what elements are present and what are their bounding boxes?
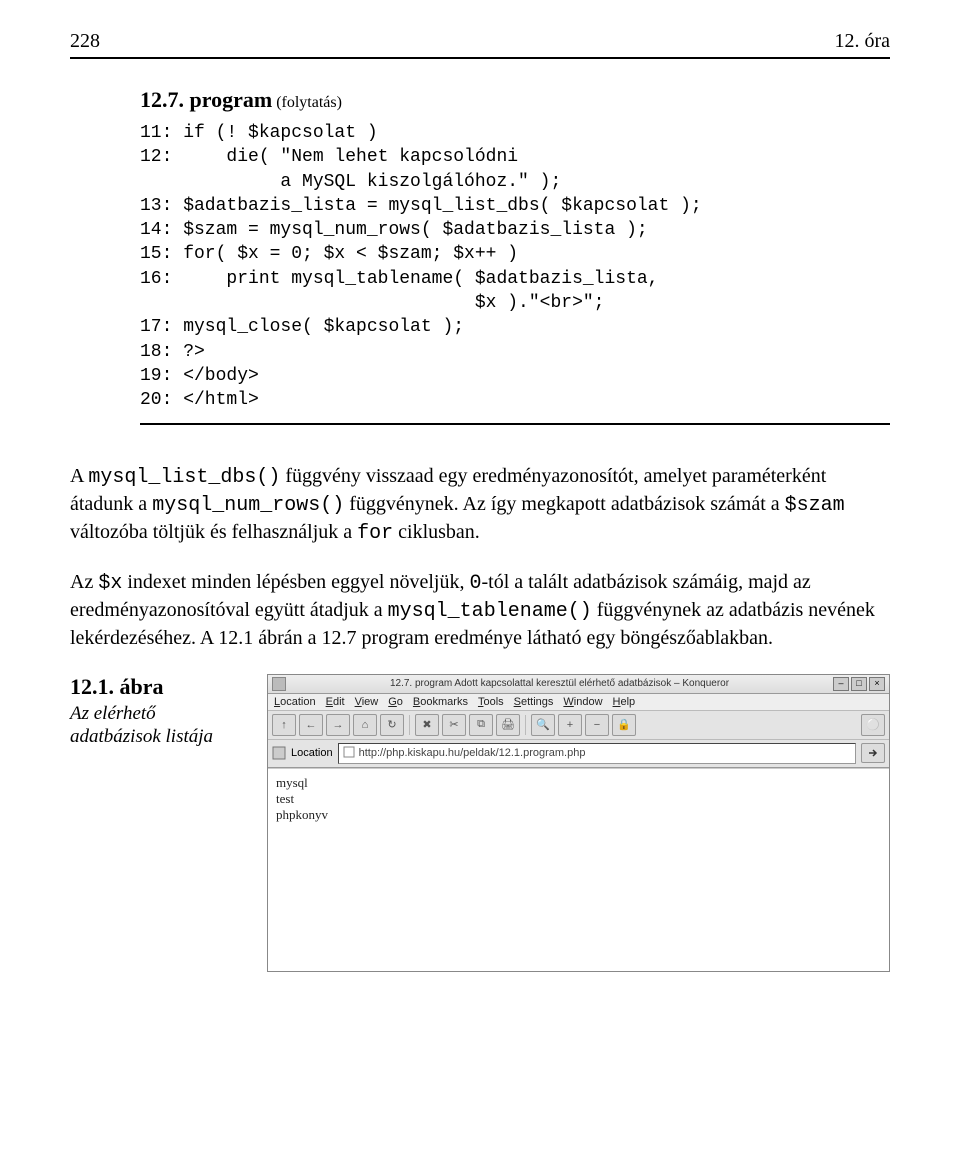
toolbar-separator xyxy=(409,715,410,735)
throbber-icon: ⚪ xyxy=(861,714,885,736)
back-icon[interactable]: ← xyxy=(299,714,323,736)
inline-code: 0 xyxy=(469,572,481,595)
toolbar: ↑ ← → ⌂ ↻ ✖ ✂ ⧉ 🖨 🔍 + − 🔒 ⚪ xyxy=(268,711,889,740)
url-text: http://php.kiskapu.hu/peldak/12.1.progra… xyxy=(359,747,586,759)
inline-code: mysql_num_rows() xyxy=(152,494,344,517)
code-line: 14: $szam = mysql_num_rows( $adatbazis_l… xyxy=(140,220,648,240)
copy-icon[interactable]: ⧉ xyxy=(469,714,493,736)
code-line: 13: $adatbazis_lista = mysql_list_dbs( $… xyxy=(140,196,702,216)
figure-label-block: 12.1. ábra Az elérhető adatbázisok listá… xyxy=(70,674,245,750)
output-line: test xyxy=(276,791,881,807)
maximize-button[interactable]: □ xyxy=(851,677,867,691)
code-line: 16: print mysql_tablename( $adatbazis_li… xyxy=(140,269,658,289)
paragraph-2: Az $x indexet minden lépésben eggyel növ… xyxy=(70,569,890,652)
titlebar: 12.7. program Adott kapcsolattal kereszt… xyxy=(268,675,889,694)
up-icon[interactable]: ↑ xyxy=(272,714,296,736)
paragraph-1: A mysql_list_dbs() függvény visszaad egy… xyxy=(70,463,890,547)
url-field[interactable]: http://php.kiskapu.hu/peldak/12.1.progra… xyxy=(338,743,856,764)
go-button[interactable] xyxy=(861,743,885,763)
find-icon[interactable]: 🔍 xyxy=(531,714,555,736)
code-listing: 11: if (! $kapcsolat ) 12: die( "Nem leh… xyxy=(140,121,890,425)
inline-code: mysql_list_dbs() xyxy=(88,466,280,489)
code-line: 17: mysql_close( $kapcsolat ); xyxy=(140,317,464,337)
toolbar-separator xyxy=(525,715,526,735)
security-icon[interactable]: 🔒 xyxy=(612,714,636,736)
program-number: 12.7. program xyxy=(140,87,272,112)
reload-icon[interactable]: ↻ xyxy=(380,714,404,736)
inline-code: $szam xyxy=(785,494,845,517)
browser-window: 12.7. program Adott kapcsolattal kereszt… xyxy=(267,674,890,972)
window-title: 12.7. program Adott kapcsolattal kereszt… xyxy=(291,678,828,689)
menu-go[interactable]: Go xyxy=(388,696,403,708)
program-heading: 12.7. program (folytatás) xyxy=(140,87,890,113)
program-continuation: (folytatás) xyxy=(276,94,342,111)
minimize-button[interactable]: – xyxy=(833,677,849,691)
page-icon xyxy=(343,746,355,761)
page-number: 228 xyxy=(70,30,100,53)
figure-caption: Az elérhető adatbázisok listája xyxy=(70,702,245,750)
code-line: 15: for( $x = 0; $x < $szam; $x++ ) xyxy=(140,244,518,264)
inline-code: mysql_tablename() xyxy=(388,600,592,623)
output-line: mysql xyxy=(276,775,881,791)
menu-settings[interactable]: Settings xyxy=(514,696,554,708)
menu-window[interactable]: Window xyxy=(563,696,602,708)
print-icon[interactable]: 🖨 xyxy=(496,714,520,736)
stop-icon[interactable]: ✖ xyxy=(415,714,439,736)
zoom-in-icon[interactable]: + xyxy=(558,714,582,736)
menubar: Location Edit View Go Bookmarks Tools Se… xyxy=(268,694,889,711)
body-text: A mysql_list_dbs() függvény visszaad egy… xyxy=(70,463,890,652)
menu-view[interactable]: View xyxy=(355,696,379,708)
zoom-out-icon[interactable]: − xyxy=(585,714,609,736)
figure-number: 12.1. ábra xyxy=(70,674,245,700)
inline-code: for xyxy=(357,522,393,545)
code-line: 19: </body> xyxy=(140,366,259,386)
page-header: 228 12. óra xyxy=(70,30,890,59)
menu-location[interactable]: Location xyxy=(274,696,316,708)
menu-bookmarks[interactable]: Bookmarks xyxy=(413,696,468,708)
code-line: 11: if (! $kapcsolat ) xyxy=(140,123,378,143)
inline-code: $x xyxy=(98,572,122,595)
code-line: 12: die( "Nem lehet kapcsolódni xyxy=(140,147,518,167)
menu-tools[interactable]: Tools xyxy=(478,696,504,708)
cut-icon[interactable]: ✂ xyxy=(442,714,466,736)
code-line: a MySQL kiszolgálóhoz." ); xyxy=(140,172,561,192)
forward-icon[interactable]: → xyxy=(326,714,350,736)
chapter-label: 12. óra xyxy=(834,30,890,53)
menu-help[interactable]: Help xyxy=(613,696,636,708)
location-icon xyxy=(272,746,286,760)
close-button[interactable]: × xyxy=(869,677,885,691)
code-line: $x )."<br>"; xyxy=(140,293,604,313)
output-line: phpkonyv xyxy=(276,807,881,823)
address-bar: Location http://php.kiskapu.hu/peldak/12… xyxy=(268,740,889,768)
code-line: 18: ?> xyxy=(140,342,205,362)
app-icon xyxy=(272,677,286,691)
code-line: 20: </html> xyxy=(140,390,259,410)
menu-edit[interactable]: Edit xyxy=(326,696,345,708)
browser-content: mysql test phpkonyv xyxy=(268,768,889,971)
home-icon[interactable]: ⌂ xyxy=(353,714,377,736)
location-label: Location xyxy=(291,747,333,759)
